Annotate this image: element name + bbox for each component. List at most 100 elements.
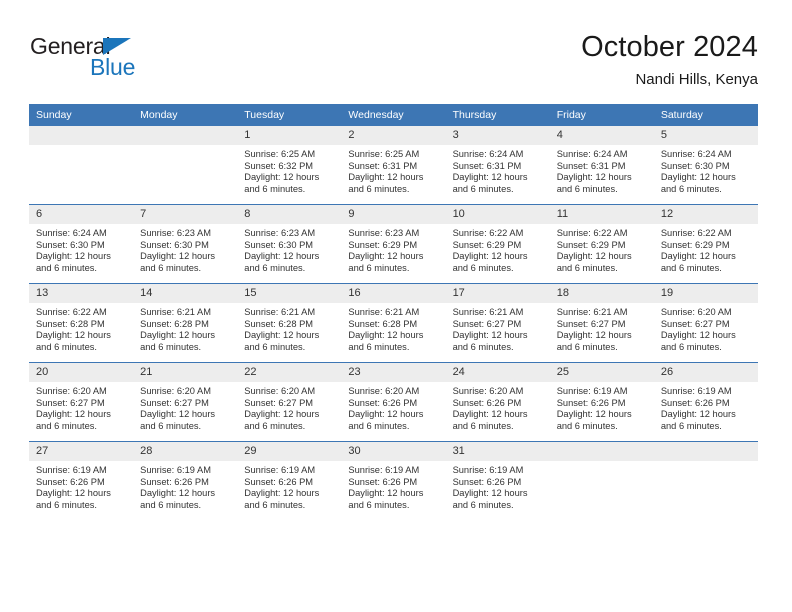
calendar-cell-day[interactable]: 28 Sunrise: 6:19 AM Sunset: 6:26 PM Dayl… [133, 441, 238, 520]
sunrise-text: Sunrise: 6:20 AM [244, 386, 316, 396]
day-number [29, 126, 134, 145]
daylight-text-line2: and 6 minutes. [660, 262, 722, 273]
calendar-cell-day[interactable]: 25 Sunrise: 6:19 AM Sunset: 6:26 PM Dayl… [549, 362, 654, 442]
sunset-text: Sunset: 6:27 PM [36, 397, 105, 408]
calendar-cell-day[interactable]: 11 Sunrise: 6:22 AM Sunset: 6:29 PM Dayl… [549, 204, 654, 284]
calendar-cell-day[interactable]: 10 Sunrise: 6:22 AM Sunset: 6:29 PM Dayl… [445, 204, 550, 284]
day-details: Sunrise: 6:19 AM Sunset: 6:26 PM Dayligh… [654, 382, 758, 432]
calendar-cell-day[interactable]: 12 Sunrise: 6:22 AM Sunset: 6:29 PM Dayl… [653, 204, 758, 284]
sunrise-text: Sunrise: 6:21 AM [452, 307, 524, 317]
calendar-cell-day[interactable]: 18 Sunrise: 6:21 AM Sunset: 6:27 PM Dayl… [549, 283, 654, 363]
daylight-text-line2: and 6 minutes. [140, 420, 202, 431]
sunset-text: Sunset: 6:26 PM [452, 476, 522, 487]
page-subtitle-location: Nandi Hills, Kenya [635, 71, 758, 88]
calendar-cell-day[interactable]: 6 Sunrise: 6:24 AM Sunset: 6:30 PM Dayli… [29, 204, 134, 284]
sunrise-text: Sunrise: 6:19 AM [140, 465, 211, 475]
daylight-text-line1: Daylight: 12 hours [556, 330, 632, 341]
day-number: 10 [445, 205, 550, 224]
calendar-week-row: 27 Sunrise: 6:19 AM Sunset: 6:26 PM Dayl… [29, 441, 758, 520]
day-number: 13 [29, 284, 134, 303]
calendar-cell-day[interactable]: 23 Sunrise: 6:20 AM Sunset: 6:26 PM Dayl… [341, 362, 446, 442]
sunset-text: Sunset: 6:30 PM [244, 239, 314, 250]
general-blue-logo: General Blue [30, 34, 220, 86]
logo-text-blue: Blue [90, 54, 136, 80]
sunrise-text: Sunrise: 6:24 AM [36, 228, 107, 238]
day-number: 6 [29, 205, 134, 224]
calendar-cell-day[interactable]: 27 Sunrise: 6:19 AM Sunset: 6:26 PM Dayl… [29, 441, 134, 520]
sunrise-text: Sunrise: 6:24 AM [452, 149, 524, 159]
calendar-cell-day[interactable]: 22 Sunrise: 6:20 AM Sunset: 6:27 PM Dayl… [237, 362, 342, 442]
daylight-text-line1: Daylight: 12 hours [140, 488, 216, 499]
day-number: 27 [29, 442, 134, 461]
sunrise-text: Sunrise: 6:19 AM [556, 386, 628, 396]
calendar-cell-day[interactable]: 2 Sunrise: 6:25 AM Sunset: 6:31 PM Dayli… [341, 126, 446, 205]
weekday-header-monday: Monday [133, 104, 238, 126]
sunset-text: Sunset: 6:27 PM [556, 318, 626, 329]
day-number: 20 [29, 363, 134, 382]
calendar-cell-day[interactable]: 14 Sunrise: 6:21 AM Sunset: 6:28 PM Dayl… [133, 283, 238, 363]
day-details: Sunrise: 6:24 AM Sunset: 6:31 PM Dayligh… [446, 145, 550, 195]
sunrise-text: Sunrise: 6:21 AM [140, 307, 211, 317]
title-block: October 2024 Nandi Hills, Kenya [581, 30, 758, 90]
day-number [133, 126, 238, 145]
daylight-text-line1: Daylight: 12 hours [556, 409, 632, 420]
sunset-text: Sunset: 6:29 PM [556, 239, 626, 250]
sunset-text: Sunset: 6:27 PM [244, 397, 314, 408]
calendar-cell-day[interactable]: 24 Sunrise: 6:20 AM Sunset: 6:26 PM Dayl… [445, 362, 550, 442]
daylight-text-line2: and 6 minutes. [36, 420, 97, 431]
calendar-page: General Blue October 2024 Nandi Hills, K… [0, 0, 792, 612]
day-number: 4 [549, 126, 654, 145]
sunrise-text: Sunrise: 6:23 AM [140, 228, 211, 238]
sunrise-text: Sunrise: 6:20 AM [36, 386, 107, 396]
day-number: 3 [445, 126, 550, 145]
sunrise-text: Sunrise: 6:20 AM [660, 307, 732, 317]
sunset-text: Sunset: 6:26 PM [452, 397, 522, 408]
calendar-cell-day[interactable]: 3 Sunrise: 6:24 AM Sunset: 6:31 PM Dayli… [445, 126, 550, 205]
calendar-cell-empty [653, 441, 758, 520]
calendar-cell-day[interactable]: 19 Sunrise: 6:20 AM Sunset: 6:27 PM Dayl… [653, 283, 758, 363]
daylight-text-line1: Daylight: 12 hours [452, 488, 528, 499]
daylight-text-line1: Daylight: 12 hours [348, 330, 424, 341]
daylight-text-line1: Daylight: 12 hours [348, 488, 424, 499]
calendar-cell-day[interactable]: 20 Sunrise: 6:20 AM Sunset: 6:27 PM Dayl… [29, 362, 134, 442]
sunrise-text: Sunrise: 6:19 AM [660, 386, 732, 396]
calendar-cell-day[interactable]: 13 Sunrise: 6:22 AM Sunset: 6:28 PM Dayl… [29, 283, 134, 363]
calendar-cell-day[interactable]: 15 Sunrise: 6:21 AM Sunset: 6:28 PM Dayl… [237, 283, 342, 363]
daylight-text-line2: and 6 minutes. [36, 341, 97, 352]
calendar-cell-day[interactable]: 17 Sunrise: 6:21 AM Sunset: 6:27 PM Dayl… [445, 283, 550, 363]
day-number: 17 [445, 284, 550, 303]
day-number: 16 [341, 284, 446, 303]
sunset-text: Sunset: 6:27 PM [660, 318, 730, 329]
weekday-header-wednesday: Wednesday [341, 104, 446, 126]
calendar-cell-day[interactable]: 30 Sunrise: 6:19 AM Sunset: 6:26 PM Dayl… [341, 441, 446, 520]
sunrise-text: Sunrise: 6:21 AM [556, 307, 628, 317]
sunrise-text: Sunrise: 6:25 AM [244, 149, 316, 159]
day-details: Sunrise: 6:24 AM Sunset: 6:30 PM Dayligh… [29, 224, 133, 274]
calendar-cell-day[interactable]: 16 Sunrise: 6:21 AM Sunset: 6:28 PM Dayl… [341, 283, 446, 363]
calendar-week-row: 20 Sunrise: 6:20 AM Sunset: 6:27 PM Dayl… [29, 362, 758, 442]
calendar-cell-day[interactable]: 21 Sunrise: 6:20 AM Sunset: 6:27 PM Dayl… [133, 362, 238, 442]
daylight-text-line2: and 6 minutes. [244, 183, 306, 194]
sunrise-text: Sunrise: 6:19 AM [452, 465, 524, 475]
calendar-cell-day[interactable]: 7 Sunrise: 6:23 AM Sunset: 6:30 PM Dayli… [133, 204, 238, 284]
day-number: 9 [341, 205, 446, 224]
calendar-cell-day[interactable]: 5 Sunrise: 6:24 AM Sunset: 6:30 PM Dayli… [653, 126, 758, 205]
day-details: Sunrise: 6:21 AM Sunset: 6:28 PM Dayligh… [133, 303, 237, 353]
calendar-cell-day[interactable]: 1 Sunrise: 6:25 AM Sunset: 6:32 PM Dayli… [237, 126, 342, 205]
sunset-text: Sunset: 6:31 PM [556, 160, 626, 171]
sunset-text: Sunset: 6:31 PM [452, 160, 522, 171]
daylight-text-line2: and 6 minutes. [452, 262, 514, 273]
calendar-cell-day[interactable]: 26 Sunrise: 6:19 AM Sunset: 6:26 PM Dayl… [653, 362, 758, 442]
calendar-cell-day[interactable]: 31 Sunrise: 6:19 AM Sunset: 6:26 PM Dayl… [445, 441, 550, 520]
day-number: 7 [133, 205, 238, 224]
calendar-cell-day[interactable]: 29 Sunrise: 6:19 AM Sunset: 6:26 PM Dayl… [237, 441, 342, 520]
calendar-cell-day[interactable]: 8 Sunrise: 6:23 AM Sunset: 6:30 PM Dayli… [237, 204, 342, 284]
calendar-cell-day[interactable]: 4 Sunrise: 6:24 AM Sunset: 6:31 PM Dayli… [549, 126, 654, 205]
daylight-text-line1: Daylight: 12 hours [36, 251, 111, 262]
day-details: Sunrise: 6:21 AM Sunset: 6:28 PM Dayligh… [341, 303, 445, 353]
sunrise-text: Sunrise: 6:21 AM [348, 307, 420, 317]
day-details: Sunrise: 6:22 AM Sunset: 6:28 PM Dayligh… [29, 303, 133, 353]
day-details: Sunrise: 6:24 AM Sunset: 6:31 PM Dayligh… [550, 145, 654, 195]
calendar-cell-day[interactable]: 9 Sunrise: 6:23 AM Sunset: 6:29 PM Dayli… [341, 204, 446, 284]
sunrise-text: Sunrise: 6:20 AM [140, 386, 211, 396]
